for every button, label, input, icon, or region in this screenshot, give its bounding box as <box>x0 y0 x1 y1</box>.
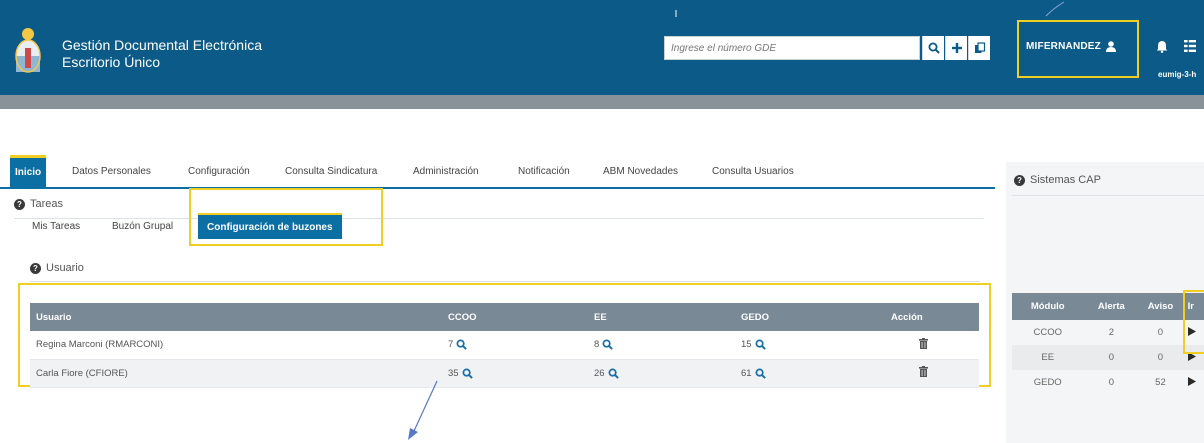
annotation-arrow-head <box>408 428 418 440</box>
annotation-arrow-top-right <box>1045 1 1065 17</box>
annotation-arrow-line <box>413 380 438 432</box>
annotation-arrows <box>408 1 1065 440</box>
